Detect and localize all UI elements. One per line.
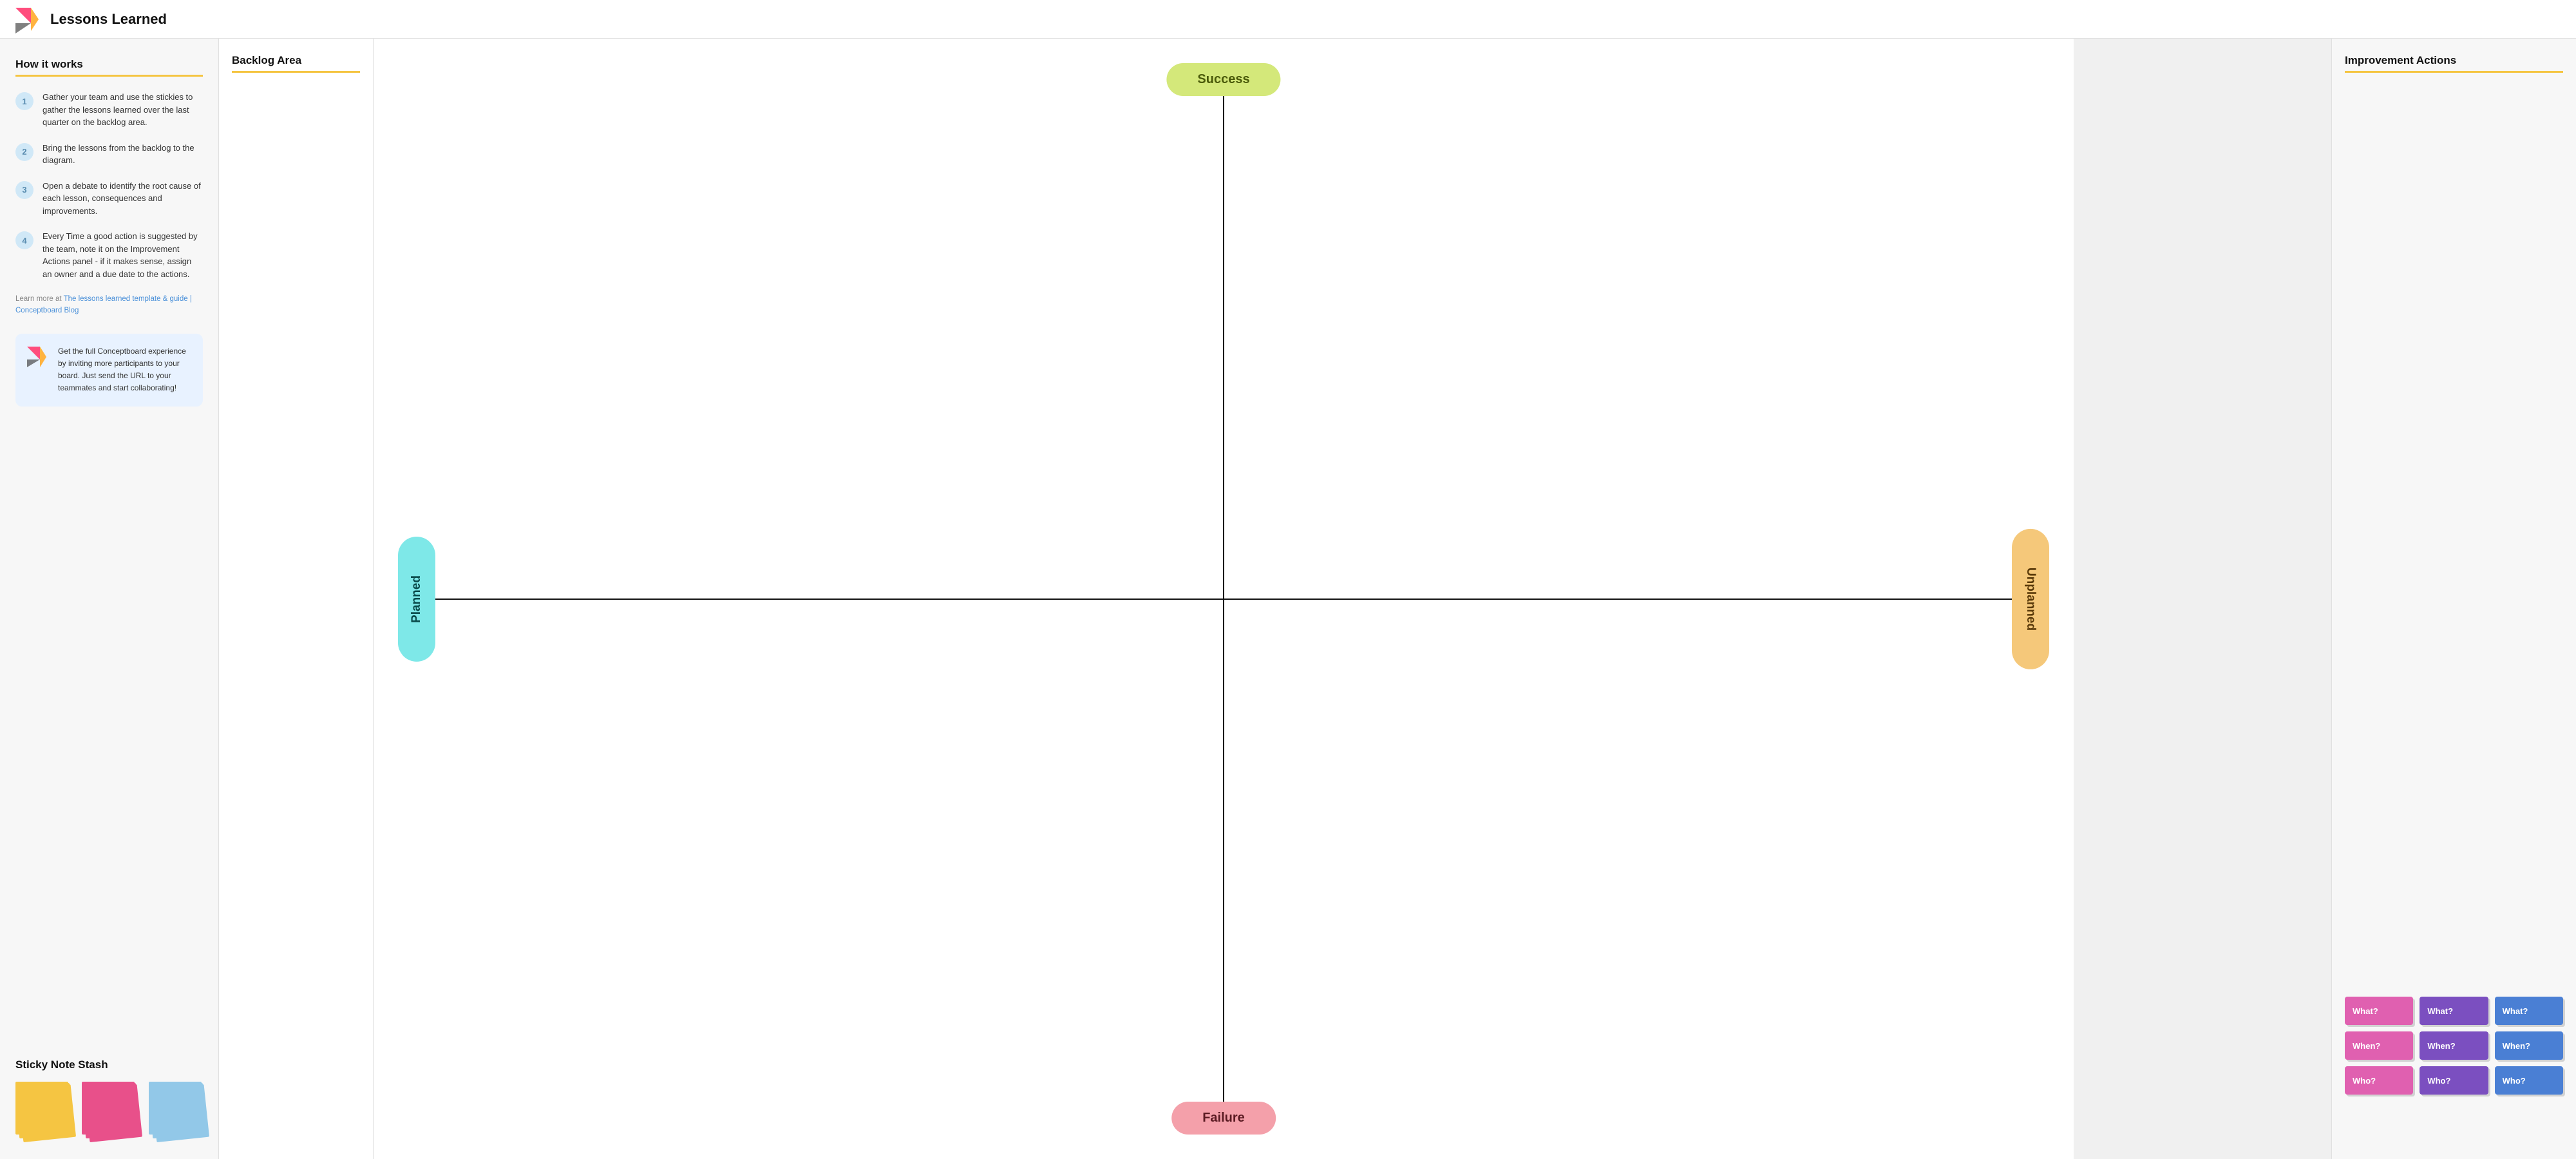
header: Lessons Learned xyxy=(0,0,2576,39)
pink-sticky-stack[interactable] xyxy=(82,1082,137,1140)
yellow-sticky-stack[interactable] xyxy=(15,1082,70,1140)
backlog-title: Backlog Area xyxy=(232,54,360,67)
logo-icon xyxy=(13,5,41,34)
page-title: Lessons Learned xyxy=(50,11,167,28)
step-4: 4 Every Time a good action is suggested … xyxy=(15,230,203,280)
sticky-note-stash-section: Sticky Note Stash xyxy=(0,1044,219,1159)
horizontal-axis xyxy=(412,599,2035,600)
step-number-2: 2 xyxy=(15,143,33,161)
sticky-note-stash-title: Sticky Note Stash xyxy=(15,1058,204,1071)
sticky-notes-row xyxy=(15,1082,204,1140)
step-text-2: Bring the lessons from the backlog to th… xyxy=(43,142,203,167)
cards-grid: What? What? What? When? When? When? Who?… xyxy=(2345,997,2563,1095)
failure-label: Failure xyxy=(1171,1102,1276,1135)
step-3: 3 Open a debate to identify the root cau… xyxy=(15,180,203,218)
improvement-underline xyxy=(2345,71,2563,73)
how-it-works-title: How it works xyxy=(15,58,203,71)
card-who-purple[interactable]: Who? xyxy=(2420,1066,2488,1095)
card-who-pink[interactable]: Who? xyxy=(2345,1066,2413,1095)
unplanned-label: Unplanned xyxy=(2012,528,2049,669)
backlog-area[interactable]: Backlog Area xyxy=(219,39,374,1159)
card-when-pink[interactable]: When? xyxy=(2345,1031,2413,1060)
step-2: 2 Bring the lessons from the backlog to … xyxy=(15,142,203,167)
card-who-blue[interactable]: Who? xyxy=(2495,1066,2563,1095)
right-panel: Improvement Actions What? What? What? Wh… xyxy=(2331,39,2576,1159)
improvement-actions-title: Improvement Actions xyxy=(2345,54,2563,67)
success-label: Success xyxy=(1166,63,1280,96)
promo-box: Get the full Conceptboard experience by … xyxy=(15,334,203,407)
step-number-3: 3 xyxy=(15,181,33,199)
card-what-pink[interactable]: What? xyxy=(2345,997,2413,1025)
card-what-blue[interactable]: What? xyxy=(2495,997,2563,1025)
planned-label: Planned xyxy=(398,537,435,662)
promo-logo-icon xyxy=(26,345,49,369)
step-text-4: Every Time a good action is suggested by… xyxy=(43,230,203,280)
step-text-3: Open a debate to identify the root cause… xyxy=(43,180,203,218)
backlog-underline xyxy=(232,71,360,73)
card-when-purple[interactable]: When? xyxy=(2420,1031,2488,1060)
promo-text: Get the full Conceptboard experience by … xyxy=(58,345,193,395)
blue-sticky-stack[interactable] xyxy=(149,1082,204,1140)
diagram-area[interactable]: Success Failure Planned Unplanned xyxy=(374,39,2074,1159)
blue-note-3 xyxy=(149,1082,202,1135)
pink-note-3 xyxy=(82,1082,135,1135)
step-number-4: 4 xyxy=(15,231,33,249)
how-it-works-underline xyxy=(15,75,203,77)
learn-more: Learn more at The lessons learned templa… xyxy=(15,293,203,317)
left-panel: How it works 1 Gather your team and use … xyxy=(0,39,219,1159)
step-number-1: 1 xyxy=(15,92,33,110)
card-what-purple[interactable]: What? xyxy=(2420,997,2488,1025)
step-1: 1 Gather your team and use the stickies … xyxy=(15,91,203,129)
card-when-blue[interactable]: When? xyxy=(2495,1031,2563,1060)
step-text-1: Gather your team and use the stickies to… xyxy=(43,91,203,129)
yellow-note-3 xyxy=(15,1082,68,1135)
